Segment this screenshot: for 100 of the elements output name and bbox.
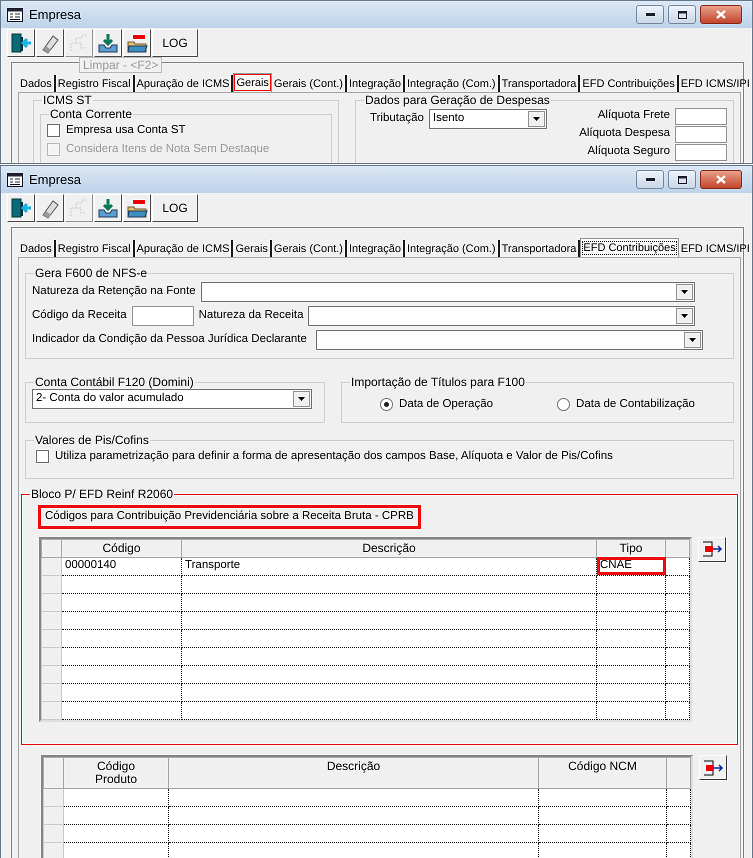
caret-icon — [680, 290, 688, 294]
maximize-button[interactable] — [668, 5, 696, 24]
table-cell — [666, 575, 690, 594]
folder-delete-icon — [126, 32, 148, 54]
maximize-button[interactable] — [668, 170, 696, 189]
add-row-icon — [701, 540, 723, 558]
table-cell: CNAE — [596, 557, 666, 576]
tab[interactable]: Dados — [18, 240, 56, 257]
close-button[interactable] — [700, 5, 742, 24]
column-header — [666, 539, 690, 558]
group-title: Dados para Geração de Despesas — [364, 93, 551, 107]
row-header — [42, 575, 62, 594]
dropdown-arrow-button[interactable] — [676, 308, 694, 324]
column-header — [666, 758, 690, 788]
group-title: ICMS ST — [42, 93, 93, 107]
input-field[interactable] — [675, 108, 727, 124]
tab[interactable]: Dados — [18, 75, 56, 92]
field-label: Alíquota Despesa — [579, 127, 670, 141]
tray-download-icon — [97, 197, 119, 219]
dropdown-arrow-button[interactable] — [676, 284, 693, 300]
input-field[interactable] — [675, 126, 727, 142]
close-button[interactable] — [700, 170, 742, 189]
radio-label: Data de Operação — [399, 398, 493, 412]
field-label: Alíquota Frete — [598, 109, 670, 123]
checkbox-label: Empresa usa Conta ST — [66, 124, 186, 138]
checkbox-label: Considera Itens de Nota Sem Destaque — [66, 142, 270, 156]
tooltip: Limpar - <F2> — [79, 57, 162, 74]
column-header: Descrição — [182, 539, 596, 558]
field-label: Tributação — [370, 112, 424, 126]
tab[interactable]: Integração — [346, 75, 405, 92]
close-icon — [716, 175, 726, 184]
tab[interactable]: Gerais — [233, 240, 272, 257]
tab[interactable]: Integração (Com.) — [404, 75, 500, 92]
toolbar-button[interactable] — [94, 194, 122, 222]
tab[interactable]: EFD Contribuições — [580, 75, 679, 92]
toolbar-button[interactable] — [36, 194, 64, 222]
add-row-button[interactable] — [698, 536, 726, 562]
tab[interactable]: EFD ICMS/IPI — [678, 240, 752, 257]
tray-download-icon — [97, 32, 119, 54]
dropdown-arrow-button[interactable] — [684, 332, 701, 348]
tab[interactable]: Integração — [346, 240, 405, 257]
toolbar-button[interactable] — [123, 194, 151, 222]
field-label: Indicador da Condição da Pessoa Jurídica Declarante — [32, 333, 307, 347]
dropdown-arrow-button[interactable] — [528, 111, 545, 127]
tributacao-dropdown[interactable]: Isento — [428, 109, 547, 129]
toolbar-button[interactable] — [7, 29, 35, 57]
toolbar-button[interactable] — [36, 29, 64, 57]
grid-caption: Códigos para Contribuição Previdenciária sobre a Receita Bruta - CPRB — [38, 505, 421, 529]
column-header: Código NCM — [538, 758, 666, 788]
tab[interactable]: Gerais (Cont.) — [272, 75, 347, 92]
table-cell — [596, 665, 666, 684]
row-header — [42, 683, 62, 702]
field-label: Código da Receita — [32, 309, 127, 323]
dropdown-arrow-button[interactable] — [293, 391, 310, 407]
table-cell — [596, 629, 666, 648]
row-header — [42, 701, 62, 720]
add-row-button[interactable] — [699, 755, 727, 780]
tab[interactable]: Registro Fiscal — [56, 240, 135, 257]
input-field[interactable] — [675, 144, 727, 160]
column-header: Código Produto — [64, 758, 168, 788]
toolbar-button[interactable] — [94, 29, 122, 57]
radio-button[interactable] — [380, 398, 394, 411]
table-cell — [596, 701, 666, 720]
caret-icon — [688, 338, 696, 342]
log-button[interactable]: LOG — [152, 29, 198, 57]
log-button[interactable]: LOG — [152, 194, 198, 222]
tab[interactable]: Registro Fiscal — [56, 75, 135, 92]
row-header — [42, 593, 62, 612]
row-header — [42, 611, 62, 630]
checkbox[interactable] — [36, 450, 49, 463]
tab[interactable]: Integração (Com.) — [404, 240, 500, 257]
checkbox-label: Utiliza parametrização para definir a forma de apresentação dos campos Base, Alíquota e Valor de Pis/Cofins — [55, 450, 613, 464]
minimize-button[interactable] — [636, 5, 664, 24]
natureza-receita-dropdown[interactable] — [308, 306, 696, 326]
tab[interactable]: Transportadora — [500, 75, 580, 92]
natureza-retencao-dropdown[interactable] — [200, 282, 695, 302]
tab[interactable]: Gerais — [233, 73, 272, 92]
close-icon — [716, 10, 726, 19]
column-header: Descrição — [168, 758, 538, 788]
window-title: Empresa — [29, 6, 82, 22]
conta-contabil-dropdown[interactable]: 2- Conta do valor acumulado — [32, 389, 312, 409]
row-header — [44, 806, 64, 824]
tab[interactable]: EFD Contribuições — [580, 238, 679, 257]
minimize-button[interactable] — [636, 170, 664, 189]
input-field[interactable] — [132, 306, 194, 326]
radio-button[interactable] — [557, 398, 570, 411]
table-cell — [666, 683, 690, 702]
tree-icon — [68, 32, 90, 54]
tab[interactable]: Apuração de ICMS — [134, 240, 234, 257]
tab[interactable]: EFD ICMS/IPI — [678, 75, 752, 92]
table-cell: 00000140 — [62, 557, 182, 576]
toolbar-button[interactable] — [123, 29, 151, 57]
row-header — [42, 665, 62, 684]
group-title: Conta Corrente — [49, 107, 134, 121]
toolbar-button[interactable] — [7, 194, 35, 222]
minimize-icon — [646, 13, 654, 16]
tab[interactable]: Gerais (Cont.) — [272, 240, 347, 257]
checkbox[interactable] — [47, 124, 60, 137]
table-cell — [666, 824, 690, 842]
indicador-dropdown[interactable] — [316, 330, 703, 350]
